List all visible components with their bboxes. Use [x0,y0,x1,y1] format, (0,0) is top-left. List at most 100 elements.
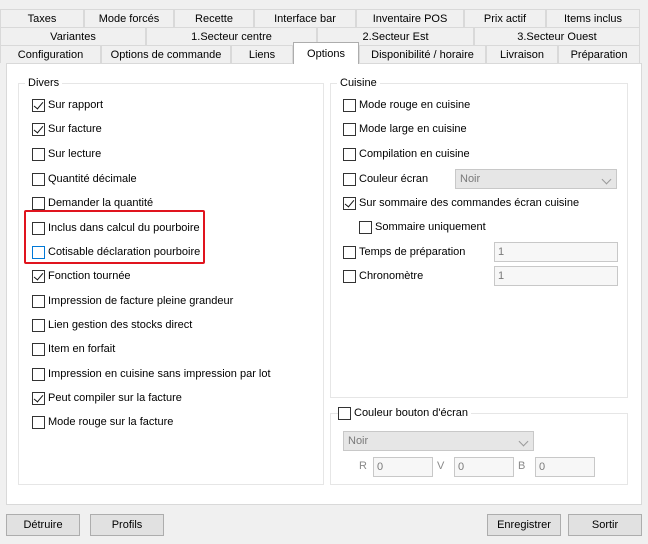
cuisine-checkbox-row[interactable]: Temps de préparation [343,244,465,260]
checkbox-label: Sur rapport [48,99,104,111]
checkbox-label: Peut compiler sur la facture [48,392,182,404]
checkbox[interactable] [343,147,356,161]
v-field[interactable]: 0 [454,457,514,477]
cuisine-checkbox-row[interactable]: Compilation en cuisine [343,146,470,162]
tab-options[interactable]: Options [293,42,359,64]
divers-checkbox-row[interactable]: Inclus dans calcul du pourboire [32,220,200,236]
b-value: 0 [539,461,546,473]
enregistrer-button[interactable]: Enregistrer [487,514,561,536]
couleur-bouton-select-value: Noir [348,435,369,447]
temps-preparation-field[interactable]: 1 [494,242,618,262]
tab-configuration[interactable]: Configuration [0,45,101,63]
tab-options-de-commande[interactable]: Options de commande [101,45,231,63]
checkbox[interactable] [343,122,356,136]
divers-checkbox-row[interactable]: Sur rapport [32,97,103,113]
checkbox-label: Couleur écran [359,173,429,185]
checkbox[interactable] [343,98,356,112]
divers-checkbox-row[interactable]: Cotisable déclaration pourboire [32,244,200,260]
couleur-ecran-select[interactable]: Noir [455,169,617,189]
checkbox[interactable] [32,367,45,381]
checkbox[interactable] [359,220,372,234]
checkbox[interactable] [32,196,45,210]
divers-checkbox-row[interactable]: Quantité décimale [32,171,137,187]
couleur-bouton-label: Couleur bouton d'écran [354,407,469,419]
checkbox-label: Item en forfait [48,343,116,355]
cuisine-checkbox-row[interactable]: Mode large en cuisine [343,121,467,137]
checkbox[interactable] [343,196,356,210]
checkbox-label: Mode large en cuisine [359,123,467,135]
couleur-bouton-checkbox[interactable] [338,406,351,420]
checkbox-label: Cotisable déclaration pourboire [48,246,201,258]
tab-secteur-centre[interactable]: 1.Secteur centre [146,27,317,45]
tab-livraison[interactable]: Livraison [486,45,558,63]
checkbox-label: Lien gestion des stocks direct [48,319,193,331]
checkbox[interactable] [32,221,45,235]
divers-checkbox-row[interactable]: Sur lecture [32,146,101,162]
checkbox[interactable] [32,415,45,429]
cuisine-checkbox-row[interactable]: Sommaire uniquement [359,219,486,235]
chronometre-field[interactable]: 1 [494,266,618,286]
checkbox[interactable] [32,318,45,332]
checkbox[interactable] [32,269,45,283]
checkbox-label: Sommaire uniquement [375,221,486,233]
checkbox[interactable] [32,245,45,259]
profils-button[interactable]: Profils [90,514,164,536]
divers-checkbox-row[interactable]: Item en forfait [32,341,115,357]
checkbox-label: Chronomètre [359,270,424,282]
tab-mode-forces[interactable]: Mode forcés [84,9,174,27]
r-field[interactable]: 0 [373,457,433,477]
divers-title: Divers [25,76,63,90]
couleur-bouton-select[interactable]: Noir [343,431,534,451]
checkbox[interactable] [343,245,356,259]
chronometre-value: 1 [498,270,505,282]
checkbox-label: Sur facture [48,123,102,135]
tab-items-inclus[interactable]: Items inclus [546,9,640,27]
divers-checkbox-row[interactable]: Mode rouge sur la facture [32,414,173,430]
checkbox[interactable] [343,172,356,186]
couleur-bouton-checkbox-row[interactable]: Couleur bouton d'écran [338,405,472,421]
checkbox[interactable] [343,269,356,283]
divers-checkbox-row[interactable]: Peut compiler sur la facture [32,390,182,406]
chevron-down-icon [601,174,612,185]
checkbox[interactable] [32,98,45,112]
r-label: R [359,460,367,472]
tab-prix-actif[interactable]: Prix actif [464,9,546,27]
temps-preparation-value: 1 [498,246,505,258]
divers-checkbox-row[interactable]: Lien gestion des stocks direct [32,317,192,333]
divers-checkbox-row[interactable]: Impression de facture pleine grandeur [32,293,233,309]
b-label: B [518,460,526,472]
tab-preparation[interactable]: Préparation [558,45,640,63]
checkbox[interactable] [32,122,45,136]
checkbox[interactable] [32,391,45,405]
divers-checkbox-row[interactable]: Fonction tournée [32,268,131,284]
checkbox[interactable] [32,294,45,308]
r-value: 0 [377,461,384,473]
tab-secteur-ouest[interactable]: 3.Secteur Ouest [474,27,640,45]
tab-inventaire-pos[interactable]: Inventaire POS [356,9,464,27]
cuisine-checkbox-row[interactable]: Mode rouge en cuisine [343,97,470,113]
divers-checkbox-row[interactable]: Demander la quantité [32,195,153,211]
checkbox-label: Mode rouge sur la facture [48,416,174,428]
checkbox[interactable] [32,147,45,161]
couleur-ecran-value: Noir [460,173,481,185]
tab-taxes[interactable]: Taxes [0,9,84,27]
checkbox-label: Inclus dans calcul du pourboire [48,222,200,234]
checkbox-label: Compilation en cuisine [359,148,470,160]
checkbox-label: Sur sommaire des commandes écran cuisine [359,197,580,209]
divers-checkbox-row[interactable]: Sur facture [32,121,102,137]
cuisine-checkbox-row[interactable]: Chronomètre [343,268,423,284]
sortir-button[interactable]: Sortir [568,514,642,536]
tab-row-3: Configuration Options de commande Liens … [0,42,640,64]
tab-liens[interactable]: Liens [231,45,293,63]
detruire-button[interactable]: Détruire [6,514,80,536]
tab-variantes[interactable]: Variantes [0,27,146,45]
tab-interface-bar[interactable]: Interface bar [254,9,356,27]
cuisine-checkbox-row[interactable]: Couleur écran [343,171,428,187]
tab-disponibilite-horaire[interactable]: Disponibilité / horaire [359,45,486,63]
checkbox[interactable] [32,342,45,356]
checkbox[interactable] [32,172,45,186]
b-field[interactable]: 0 [535,457,595,477]
tab-recette[interactable]: Recette [174,9,254,27]
cuisine-checkbox-row[interactable]: Sur sommaire des commandes écran cuisine [343,195,579,211]
divers-checkbox-row[interactable]: Impression en cuisine sans impression pa… [32,366,271,382]
